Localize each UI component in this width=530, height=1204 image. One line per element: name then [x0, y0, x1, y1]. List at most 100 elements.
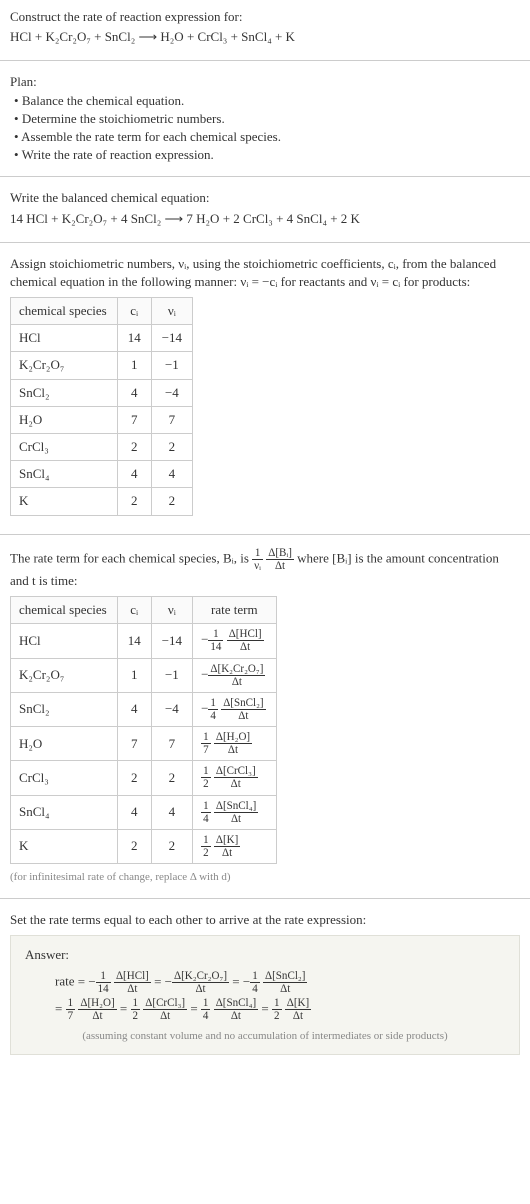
stoich-intro: Assign stoichiometric numbers, νᵢ, using…	[10, 255, 520, 291]
answer-label: Answer:	[25, 946, 505, 964]
cell-species: K₂Cr₂O₇	[11, 352, 118, 379]
cell-v: −14	[151, 325, 192, 352]
cell-v: 7	[151, 406, 192, 433]
cell-c: 14	[117, 624, 151, 658]
plan-list: Balance the chemical equation. Determine…	[10, 92, 520, 165]
cell-species: SnCl₂	[11, 379, 118, 406]
cell-c: 1	[117, 352, 151, 379]
table-row: HCl14−14−114 Δ[HCl]Δt	[11, 624, 277, 658]
fraction: Δ[SnCl₂]Δt	[263, 970, 307, 995]
prompt-title: Construct the rate of reaction expressio…	[10, 8, 520, 26]
cell-c: 7	[117, 406, 151, 433]
cell-species: SnCl₄	[11, 795, 118, 829]
col-species: chemical species	[11, 298, 118, 325]
plan-item: Assemble the rate term for each chemical…	[14, 128, 520, 146]
cell-species: HCl	[11, 624, 118, 658]
rate-word: rate	[55, 974, 74, 989]
table-row: K22	[11, 488, 193, 515]
cell-c: 2	[117, 488, 151, 515]
fraction: Δ[K₂Cr₂O₇]Δt	[208, 663, 265, 688]
cell-v: 2	[151, 829, 192, 863]
cell-rateterm: 14 Δ[SnCl₄]Δt	[193, 795, 277, 829]
plan-item: Balance the chemical equation.	[14, 92, 520, 110]
rateterm-frac-coef: 1νᵢ	[252, 547, 263, 572]
plan-item: Determine the stoichiometric numbers.	[14, 110, 520, 128]
fraction: 14	[208, 697, 218, 722]
rate-term: = 12 Δ[CrCl₃]Δt	[117, 1001, 187, 1016]
cell-v: 2	[151, 761, 192, 795]
answer-box: Answer: rate = −114 Δ[HCl]Δt = −Δ[K₂Cr₂O…	[10, 935, 520, 1055]
cell-species: SnCl₂	[11, 692, 118, 726]
rate-term: = 17 Δ[H₂O]Δt	[55, 1001, 117, 1016]
table-row: SnCl₂4−4	[11, 379, 193, 406]
cell-v: −1	[151, 352, 192, 379]
stoich-table: chemical species cᵢ νᵢ HCl14−14 K₂Cr₂O₇1…	[10, 297, 193, 516]
balanced-heading: Write the balanced chemical equation:	[10, 189, 520, 207]
cell-species: SnCl₄	[11, 461, 118, 488]
cell-c: 4	[117, 461, 151, 488]
cell-v: 2	[151, 488, 192, 515]
table-row: SnCl₂4−4−14 Δ[SnCl₂]Δt	[11, 692, 277, 726]
col-c: cᵢ	[117, 597, 151, 624]
divider	[0, 176, 530, 177]
fraction: 12	[201, 834, 211, 859]
plan-item: Write the rate of reaction expression.	[14, 146, 520, 164]
cell-c: 2	[117, 434, 151, 461]
cell-c: 2	[117, 829, 151, 863]
cell-species: HCl	[11, 325, 118, 352]
cell-species: K₂Cr₂O₇	[11, 658, 118, 692]
table-row: HCl14−14	[11, 325, 193, 352]
table-row: H₂O77	[11, 406, 193, 433]
fraction: 114	[96, 970, 111, 995]
rate-term: = −14 Δ[SnCl₂]Δt	[229, 974, 307, 989]
table-header-row: chemical species cᵢ νᵢ rate term	[11, 597, 277, 624]
answer-note: (assuming constant volume and no accumul…	[25, 1029, 505, 1044]
table-header-row: chemical species cᵢ νᵢ	[11, 298, 193, 325]
final-heading: Set the rate terms equal to each other t…	[10, 911, 520, 929]
fraction: 12	[272, 997, 282, 1022]
cell-v: 4	[151, 461, 192, 488]
rateterm-section: The rate term for each chemical species,…	[0, 539, 530, 894]
balanced-section: Write the balanced chemical equation: 14…	[0, 181, 530, 237]
cell-species: H₂O	[11, 727, 118, 761]
rate-line-1: rate = −114 Δ[HCl]Δt = −Δ[K₂Cr₂O₇]Δt = −…	[55, 970, 505, 995]
cell-rateterm: −114 Δ[HCl]Δt	[193, 624, 277, 658]
cell-c: 4	[117, 692, 151, 726]
table-row: CrCl₃22	[11, 434, 193, 461]
rate-term: = −114 Δ[HCl]Δt	[74, 974, 150, 989]
rateterm-frac-delta: Δ[Bᵢ]Δt	[266, 547, 294, 572]
table-row: SnCl₄44	[11, 461, 193, 488]
cell-c: 7	[117, 727, 151, 761]
rateterm-note: (for infinitesimal rate of change, repla…	[10, 870, 520, 885]
cell-c: 4	[117, 379, 151, 406]
rate-term: = 12 Δ[K]Δt	[258, 1001, 311, 1016]
cell-species: CrCl₃	[11, 434, 118, 461]
col-v: νᵢ	[151, 298, 192, 325]
fraction: Δ[K]Δt	[214, 834, 240, 859]
cell-v: −14	[151, 624, 192, 658]
rate-term: = −Δ[K₂Cr₂O₇]Δt	[151, 974, 229, 989]
rate-line-2: = 17 Δ[H₂O]Δt = 12 Δ[CrCl₃]Δt = 14 Δ[SnC…	[55, 997, 505, 1022]
cell-v: 2	[151, 434, 192, 461]
col-species: chemical species	[11, 597, 118, 624]
fraction: Δ[HCl]Δt	[227, 628, 264, 653]
fraction: Δ[SnCl₂]Δt	[221, 697, 265, 722]
cell-rateterm: −Δ[K₂Cr₂O₇]Δt	[193, 658, 277, 692]
divider	[0, 242, 530, 243]
cell-rateterm: −14 Δ[SnCl₂]Δt	[193, 692, 277, 726]
fraction: Δ[CrCl₃]Δt	[143, 997, 187, 1022]
cell-v: 7	[151, 727, 192, 761]
table-row: H₂O7717 Δ[H₂O]Δt	[11, 727, 277, 761]
prompt-section: Construct the rate of reaction expressio…	[0, 0, 530, 56]
cell-species: K	[11, 488, 118, 515]
fraction: Δ[H₂O]Δt	[78, 997, 116, 1022]
table-row: K₂Cr₂O₇1−1−Δ[K₂Cr₂O₇]Δt	[11, 658, 277, 692]
table-row: K2212 Δ[K]Δt	[11, 829, 277, 863]
fraction: Δ[K₂Cr₂O₇]Δt	[172, 970, 229, 995]
rateterm-table: chemical species cᵢ νᵢ rate term HCl14−1…	[10, 596, 277, 864]
fraction: Δ[HCl]Δt	[114, 970, 151, 995]
rateterm-intro-a: The rate term for each chemical species,…	[10, 550, 252, 565]
cell-v: −1	[151, 658, 192, 692]
cell-v: −4	[151, 379, 192, 406]
table-row: CrCl₃2212 Δ[CrCl₃]Δt	[11, 761, 277, 795]
